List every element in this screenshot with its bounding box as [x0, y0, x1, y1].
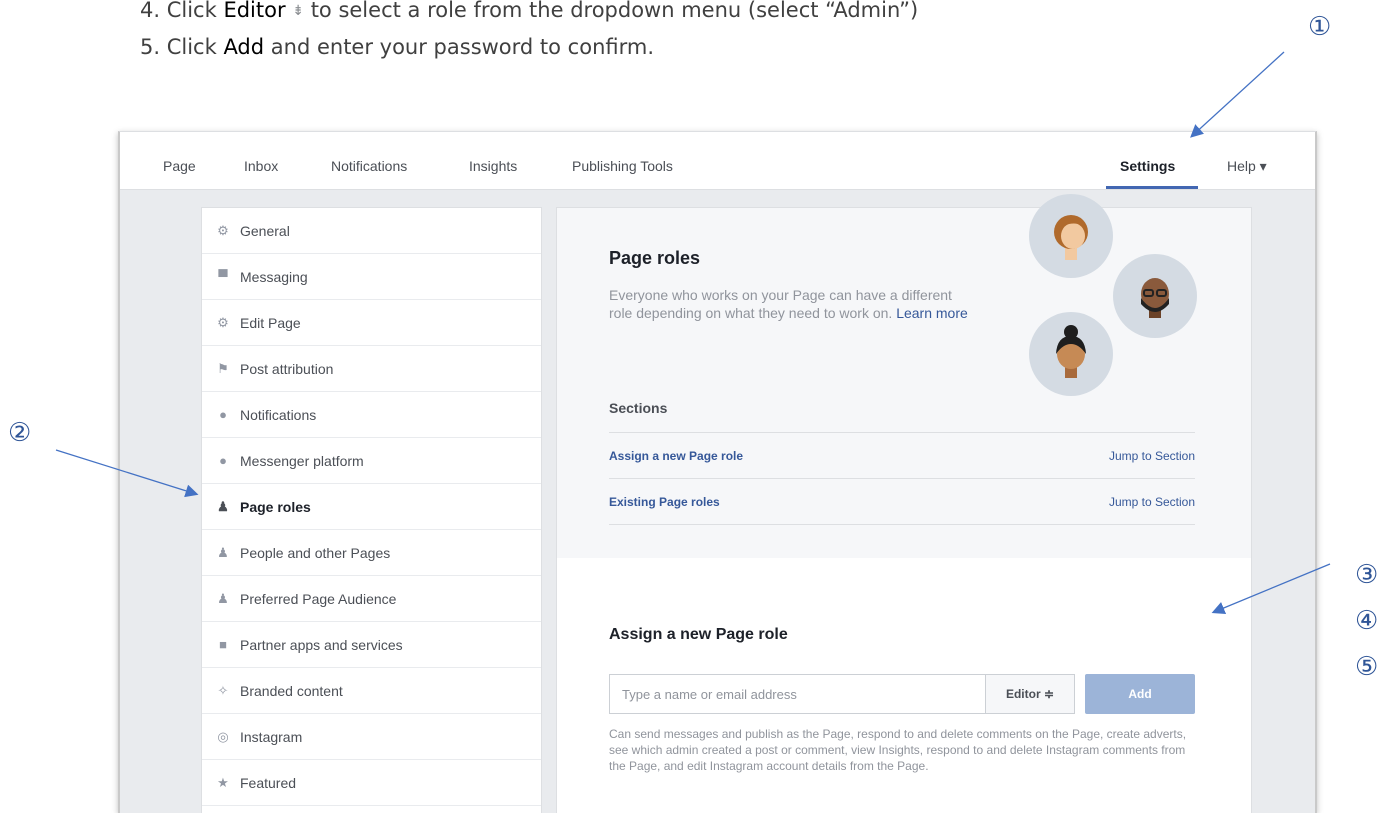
arrow-to-page-roles: [55, 449, 199, 498]
arrow-to-settings: [1190, 51, 1285, 138]
arrow-to-add-button: [1211, 563, 1331, 615]
annotation-arrows: [55, 51, 1331, 615]
